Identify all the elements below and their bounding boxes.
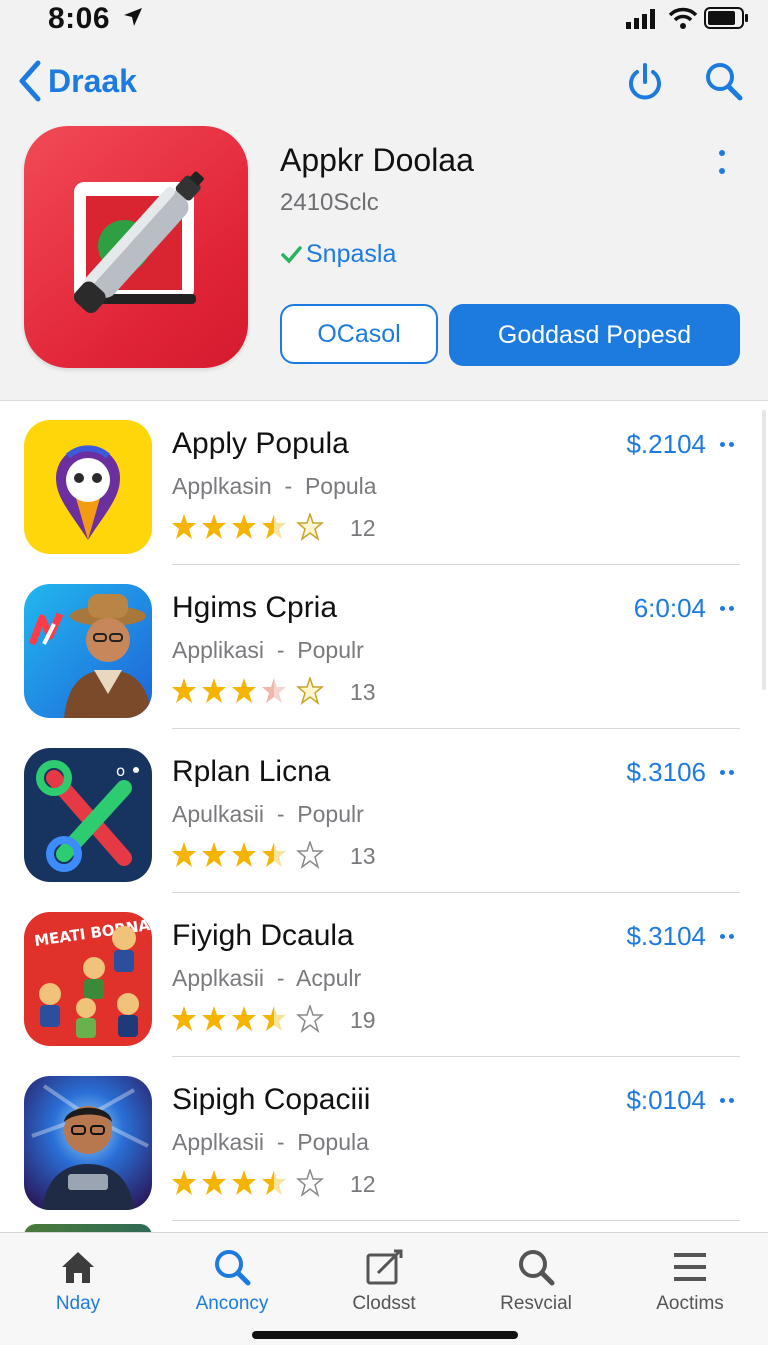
app-category: Apulkasii - Populr: [172, 801, 364, 827]
star-rating: 19: [172, 1005, 376, 1035]
svg-text:o: o: [116, 762, 125, 780]
app-category: Applkasii - Acpulr: [172, 965, 362, 991]
divider: [172, 1220, 740, 1221]
tab-actions[interactable]: Aoctims: [630, 1247, 750, 1315]
wifi-icon: [668, 7, 698, 29]
star-rating-icon: [172, 677, 325, 705]
chevron-left-icon: [19, 60, 41, 102]
rating-count: 19: [350, 1006, 376, 1033]
primary-button[interactable]: Goddasd Popesd: [449, 304, 740, 366]
rating-count: 12: [350, 1170, 376, 1197]
status-bar: 8:06: [0, 0, 768, 40]
power-icon[interactable]: [627, 60, 663, 102]
tab-today[interactable]: Nday: [18, 1247, 138, 1315]
list-item[interactable]: Apply Popula Applkasin - Popula 12 $.210…: [0, 401, 768, 565]
star-rating-icon: [172, 1005, 325, 1033]
more-dots-icon: [716, 442, 734, 447]
app-name: Fiyigh Dcaula: [172, 919, 354, 952]
app-icon: o: [24, 748, 152, 882]
more-dots-icon: [716, 1098, 734, 1103]
back-label: Draak: [48, 62, 137, 99]
app-icon: [24, 584, 152, 718]
rating-count: 13: [350, 842, 376, 869]
star-rating: 12: [172, 1169, 376, 1199]
battery-icon: [704, 7, 748, 29]
hero-app-subtitle: 2410Sclc: [280, 189, 379, 216]
list-item[interactable]: MEATI BORNAR Fiyigh Dcaula Applkasii - A…: [0, 893, 768, 1057]
app-name: Hgims Cpria: [172, 591, 338, 624]
price-button[interactable]: $.3104: [626, 921, 734, 952]
location-arrow-icon: [124, 8, 142, 26]
app-name: Apply Popula: [172, 427, 349, 460]
star-rating-icon: [172, 1169, 325, 1197]
scrollbar[interactable]: [762, 410, 766, 690]
tab-compose[interactable]: Clodsst: [324, 1247, 444, 1315]
rating-count: 13: [350, 678, 376, 705]
star-rating: 12: [172, 513, 376, 543]
list-item[interactable]: Sipigh Copaciii Applkasii - Popula 12 $:…: [0, 1057, 768, 1221]
secondary-button[interactable]: OCasol: [280, 304, 438, 364]
tab-label: Resvcial: [500, 1293, 572, 1314]
list-item[interactable]: Hgims Cpria Applikasi - Populr 13 6:0:04: [0, 565, 768, 729]
verified-text: Snpasla: [306, 240, 397, 268]
search-icon: [215, 1250, 251, 1286]
star-rating: 13: [172, 677, 376, 707]
price-button[interactable]: $.2104: [626, 429, 734, 460]
app-icon: [24, 1076, 152, 1210]
hero-app-icon: [24, 126, 248, 368]
more-dots-icon: [716, 770, 734, 775]
verified-label: Snpasla: [280, 240, 396, 269]
star-rating-icon: [172, 513, 325, 541]
search-icon: [519, 1250, 555, 1286]
price-button[interactable]: $.3106: [626, 757, 734, 788]
search-icon[interactable]: [704, 60, 744, 102]
app-category: Applkasin - Popula: [172, 473, 377, 499]
hero-app-title: Appkr Doolaa: [280, 142, 474, 178]
tab-search[interactable]: Anconcy: [172, 1247, 292, 1315]
star-rating-icon: [172, 841, 325, 869]
price-button[interactable]: 6:0:04: [634, 593, 734, 624]
cellular-signal-icon: [626, 9, 655, 29]
app-category: Applikasi - Populr: [172, 637, 364, 663]
back-button[interactable]: Draak: [18, 60, 137, 102]
more-dots-icon: [716, 606, 734, 611]
home-icon: [62, 1252, 94, 1283]
app-category: Applkasii - Popula: [172, 1129, 369, 1155]
menu-icon: [674, 1253, 706, 1281]
star-rating: 13: [172, 841, 376, 871]
more-dots-icon: [716, 934, 734, 939]
status-time: 8:06: [48, 2, 111, 35]
tab-label: Anconcy: [195, 1293, 269, 1314]
app-icon: [24, 420, 152, 554]
home-indicator[interactable]: [252, 1331, 518, 1339]
tab-label: Aoctims: [656, 1293, 724, 1314]
app-name: Sipigh Copaciii: [172, 1083, 371, 1116]
compose-icon: [366, 1249, 403, 1285]
tab-review[interactable]: Resvcial: [476, 1247, 596, 1315]
app-icon: MEATI BORNAR: [24, 912, 152, 1046]
price-button[interactable]: $:0104: [626, 1085, 734, 1116]
checkmark-icon: [281, 245, 302, 264]
tab-label: Clodsst: [352, 1293, 416, 1314]
tab-bar: Nday Anconcy Clodsst Resvcial Aoctims: [0, 1232, 768, 1345]
list-item[interactable]: o Rplan Licna Apulkasii - Populr 13 $.31…: [0, 729, 768, 893]
rating-count: 12: [350, 514, 376, 541]
tab-label: Nday: [55, 1293, 101, 1314]
more-vertical-icon[interactable]: [710, 148, 734, 178]
app-name: Rplan Licna: [172, 755, 331, 788]
